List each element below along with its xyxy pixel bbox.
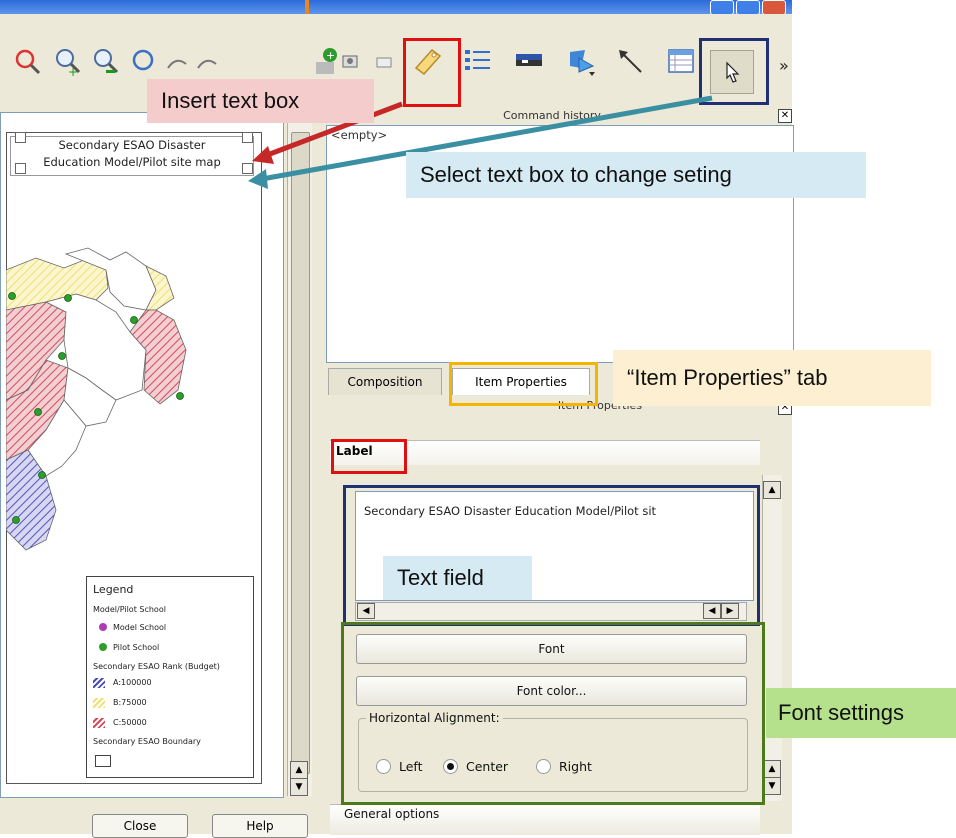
callout-item-properties-tab: “Item Properties” tab: [613, 350, 931, 406]
callout-select-text-box: Select text box to change seting: [406, 152, 866, 198]
callout-font-settings: Font settings: [766, 688, 956, 738]
callout-insert-text-box: Insert text box: [147, 79, 374, 123]
callout-text-field: Text field: [383, 556, 532, 600]
